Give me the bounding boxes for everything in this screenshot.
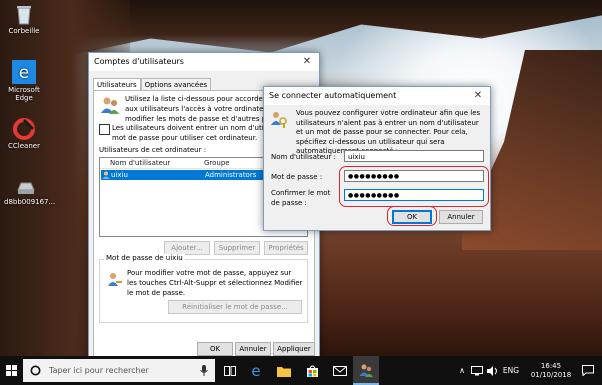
desktop-icon-ccleaner[interactable]: CCleaner <box>4 118 44 150</box>
edge-icon: e <box>251 364 260 378</box>
column-username[interactable]: Nom d'utilisateur <box>110 158 170 168</box>
clock[interactable]: 16:45 01/10/2018 <box>526 356 576 385</box>
drive-icon <box>17 182 35 194</box>
username-label: Nom d'utilisateur : <box>271 153 336 161</box>
language-indicator[interactable]: ENG <box>502 356 520 385</box>
desktop-background: Corbeille e Microsoft Edge CCleaner d8bb… <box>0 0 602 356</box>
password-section-label: Mot de passe de uixiu <box>104 254 185 262</box>
user-icon <box>102 171 110 179</box>
svg-text:e: e <box>19 63 29 83</box>
password-help-text: Pour modifier votre mot de passe, appuye… <box>127 269 303 297</box>
password-label: Mot de passe : <box>271 173 323 181</box>
speaker-icon <box>487 365 497 376</box>
svg-text:e: e <box>251 364 260 378</box>
recycle-bin-icon <box>17 6 31 25</box>
desktop-icon-label: CCleaner <box>8 142 40 150</box>
cortana-circle-icon <box>30 365 41 376</box>
action-center-button[interactable] <box>578 356 598 385</box>
notification-icon <box>582 365 594 376</box>
window-title: Comptes d'utilisateurs <box>94 57 184 66</box>
taskbar-user-accounts[interactable] <box>353 356 379 385</box>
microphone-icon <box>200 365 208 376</box>
windows-logo-icon <box>6 365 17 376</box>
desktop-icon-label: Microsoft Edge <box>8 86 40 102</box>
close-icon[interactable]: ✕ <box>295 53 319 71</box>
desktop-icon-label: d8bb009167... <box>4 198 56 206</box>
desktop-icon-recycle-bin[interactable]: Corbeille <box>4 3 44 35</box>
key-user-icon <box>108 273 122 286</box>
monitor-icon <box>471 365 483 375</box>
taskbar-store[interactable] <box>300 356 324 385</box>
highlight-ring-passwords <box>339 166 489 207</box>
user-accounts-titlebar[interactable]: Comptes d'utilisateurs ✕ <box>89 53 319 71</box>
users-group-icon <box>101 97 119 114</box>
user-group-cell: Administrators <box>205 171 257 179</box>
desktop-icon-label: Corbeille <box>8 27 40 35</box>
desktop-icon-edge[interactable]: e Microsoft Edge <box>4 60 44 102</box>
tab-strip: Utilisateurs Options avancées <box>93 77 212 92</box>
close-icon[interactable]: ✕ <box>466 87 490 105</box>
username-field[interactable]: uixiu <box>344 150 484 162</box>
search-placeholder: Taper ici pour rechercher <box>49 366 149 375</box>
clock-date: 01/10/2018 <box>530 370 572 379</box>
desktop-icon-drive[interactable]: d8bb009167... <box>4 180 55 206</box>
volume-icon[interactable] <box>486 356 500 385</box>
reset-password-button[interactable]: Réinitialiser le mot de passe... <box>168 300 302 314</box>
remove-user-button[interactable]: Supprimer <box>214 241 260 255</box>
key-users-icon <box>271 112 287 128</box>
auto-logon-dialog: Se connecter automatiquement ✕ Vous pouv… <box>263 86 491 231</box>
dialog-title: Se connecter automatiquement <box>269 91 397 100</box>
clock-time: 16:45 <box>540 361 562 370</box>
user-name-cell: uixiu <box>111 171 128 179</box>
users-section-label: Utilisateurs de cet ordinateur : <box>99 146 207 154</box>
network-icon[interactable] <box>470 356 484 385</box>
taskbar-search-box[interactable]: Taper ici pour rechercher <box>23 359 215 382</box>
cancel-button[interactable]: Annuler <box>235 342 271 356</box>
users-group-icon <box>359 364 373 377</box>
highlight-ring-ok <box>387 206 437 226</box>
password-groupbox: Mot de passe de uixiu Pour modifier votr… <box>99 254 308 323</box>
taskbar: Taper ici pour rechercher e ∧ ENG 16:45 … <box>0 356 602 385</box>
dialog-cancel-button[interactable]: Annuler <box>439 210 483 224</box>
taskbar-edge[interactable]: e <box>244 356 268 385</box>
properties-button[interactable]: Propriétés <box>264 241 308 255</box>
apply-button[interactable]: Appliquer <box>273 342 315 356</box>
auto-logon-titlebar[interactable]: Se connecter automatiquement ✕ <box>264 87 490 105</box>
show-hidden-icons-chevron-icon[interactable]: ∧ <box>456 356 468 385</box>
folder-icon <box>277 366 291 377</box>
column-group[interactable]: Groupe <box>204 158 230 168</box>
confirm-password-label: Confirmer le mot de passe : <box>271 189 331 207</box>
task-view-icon <box>224 365 236 376</box>
taskbar-mail[interactable] <box>328 356 352 385</box>
taskbar-file-explorer[interactable] <box>272 356 296 385</box>
ccleaner-icon <box>13 118 35 140</box>
task-view-button[interactable] <box>219 356 241 385</box>
store-bag-icon <box>306 365 318 377</box>
mail-icon <box>333 365 347 376</box>
ok-button[interactable]: OK <box>197 342 233 356</box>
add-user-button[interactable]: Ajouter... <box>164 241 210 255</box>
edge-icon: e <box>12 60 36 84</box>
require-password-checkbox[interactable] <box>99 124 110 135</box>
start-button[interactable] <box>0 356 23 385</box>
